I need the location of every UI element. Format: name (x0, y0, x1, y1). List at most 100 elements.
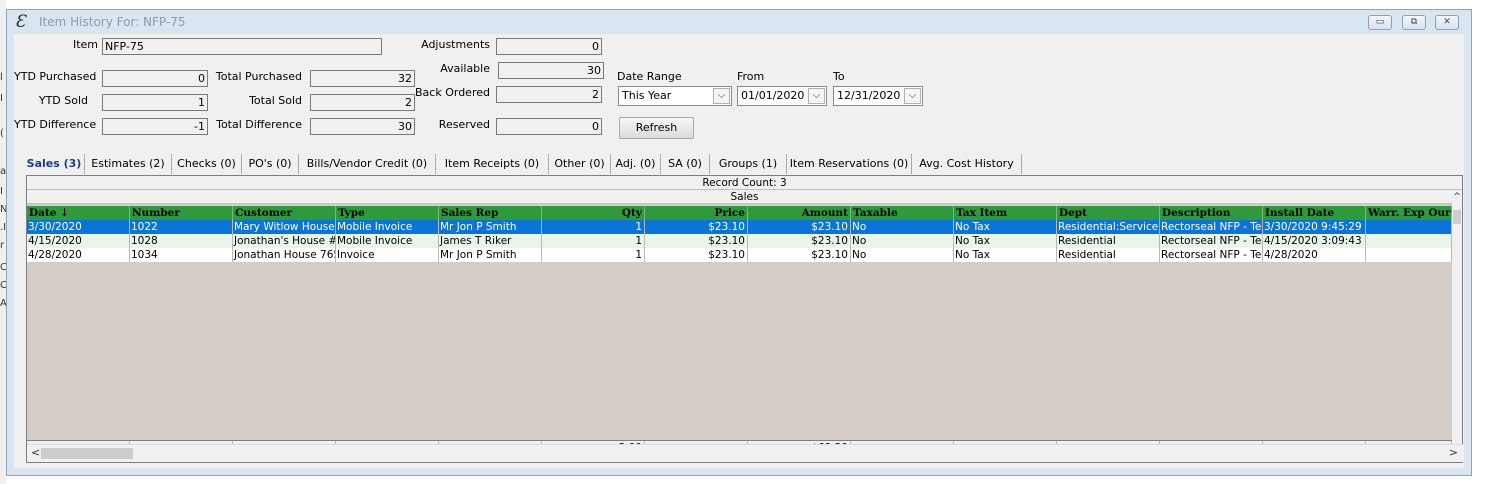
to-date-picker[interactable]: 12/31/2020 ⌵ (833, 86, 923, 106)
record-count: Record Count: 3 (27, 176, 1462, 190)
close-button[interactable]: ✕ (1435, 15, 1459, 30)
table-cell: Invoice (336, 248, 439, 262)
to-date-value: 12/31/2020 (837, 89, 901, 102)
table-cell: 3/30/2020 9:45:29 A (1264, 220, 1366, 234)
tab-item-receipts-0[interactable]: Item Receipts (0) (436, 154, 549, 174)
table-cell: 4/15/2020 (27, 234, 130, 248)
column-header[interactable]: Price (645, 206, 748, 220)
chevron-down-icon[interactable]: ⌵ (713, 88, 730, 104)
chevron-down-icon[interactable]: ⌵ (808, 88, 825, 104)
table-cell: Mr Jon P Smith (439, 248, 542, 262)
table-cell (1366, 234, 1452, 248)
table-cell: 1028 (130, 234, 233, 248)
total-sold-field[interactable]: 2 (310, 94, 415, 111)
tab-sales-3[interactable]: Sales (3) (24, 154, 85, 174)
horizontal-scrollbar[interactable]: < > (27, 444, 1464, 462)
background-glyph: l (0, 72, 3, 83)
from-date-picker[interactable]: 01/01/2020 ⌵ (737, 86, 827, 106)
date-range-label: Date Range (617, 70, 682, 83)
column-header[interactable]: Tax Item (954, 206, 1057, 220)
item-history-window: Ɛ Item History For: NFP-75 ▭ ⧉ ✕ Item NF… (6, 9, 1472, 476)
back-ordered-label: Back Ordered (415, 86, 490, 99)
date-range-value: This Year (622, 89, 672, 102)
chevron-down-icon[interactable]: ⌵ (904, 88, 921, 104)
tab-bills-vendor-credit-0[interactable]: Bills/Vendor Credit (0) (299, 154, 436, 174)
table-cell: No Tax (954, 248, 1057, 262)
ytd-sold-label: YTD Sold (38, 94, 88, 107)
column-header[interactable]: Warr. Exp Ours (1366, 206, 1452, 220)
tab-adj-0[interactable]: Adj. (0) (611, 154, 661, 174)
column-header[interactable]: Dept (1057, 206, 1160, 220)
back-ordered-field[interactable]: 2 (496, 86, 602, 103)
table-row[interactable]: 4/28/2020 1034 Jonathan House 765 Invoice Mr… (27, 248, 1453, 262)
ytd-difference-field[interactable]: -1 (102, 118, 208, 135)
table-cell: Residential:Service (1058, 220, 1160, 234)
column-header[interactable]: Sales Rep (439, 206, 542, 220)
table-cell: No (851, 234, 954, 248)
scroll-left-icon[interactable]: < (31, 446, 40, 459)
column-header[interactable]: Taxable (851, 206, 954, 220)
table-cell: 1 (542, 220, 645, 234)
minimize-button[interactable]: ▭ (1368, 15, 1392, 30)
item-label: Item (72, 38, 98, 51)
tab-avg-cost-history[interactable]: Avg. Cost History (912, 154, 1022, 174)
restore-button[interactable]: ⧉ (1402, 15, 1426, 30)
table-cell: Mary Witlow House (234, 220, 336, 234)
column-header[interactable]: Install Date (1263, 206, 1366, 220)
tab-po-s-0[interactable]: PO's (0) (242, 154, 299, 174)
table-cell: 1022 (130, 220, 233, 234)
reserved-label: Reserved (438, 118, 490, 131)
total-difference-field[interactable]: 30 (310, 118, 415, 135)
item-field[interactable]: NFP-75 (102, 38, 382, 55)
column-header[interactable]: Number (130, 206, 233, 220)
ytd-purchased-field[interactable]: 0 (102, 70, 208, 87)
table-cell: No (851, 248, 954, 262)
column-header[interactable]: Description (1160, 206, 1263, 220)
total-purchased-field[interactable]: 32 (310, 70, 415, 87)
tab-groups-1[interactable]: Groups (1) (710, 154, 787, 174)
vertical-scroll-thumb[interactable] (1453, 210, 1461, 224)
to-label: To (833, 70, 845, 83)
table-cell: $23.10 (645, 248, 748, 262)
table-cell: Mobile Invoice (336, 234, 439, 248)
scroll-up-icon[interactable]: ^ (1452, 192, 1462, 202)
tab-other-0[interactable]: Other (0) (549, 154, 611, 174)
history-tabs: Sales (3) Estimates (2) Checks (0) PO's (0)… (24, 154, 1064, 174)
total-sold-label: Total Sold (249, 94, 302, 107)
tab-estimates-2[interactable]: Estimates (2) (85, 154, 172, 174)
app-logo-icon: Ɛ (15, 12, 26, 32)
refresh-button[interactable]: Refresh (619, 117, 694, 139)
table-cell: $23.10 (645, 234, 748, 248)
table-cell: 1 (542, 234, 645, 248)
from-date-value: 01/01/2020 (741, 89, 805, 102)
column-header[interactable]: Customer (233, 206, 336, 220)
table-cell: 4/28/2020 (1263, 248, 1366, 262)
table-cell (1366, 220, 1452, 234)
table-cell: 4/28/2020 (27, 248, 130, 262)
table-cell: 1034 (130, 248, 233, 262)
table-cell: James T Riker (439, 234, 542, 248)
vertical-scrollbar[interactable]: ^ ⌄ (1452, 192, 1462, 454)
table-cell: Mobile Invoice (336, 220, 439, 234)
background-glyph: I (0, 93, 3, 104)
tab-sa-0[interactable]: SA (0) (661, 154, 710, 174)
tab-item-reservations-0[interactable]: Item Reservations (0) (787, 154, 912, 174)
adjustments-field[interactable]: 0 (496, 38, 602, 55)
table-row[interactable]: 3/30/2020 1022 Mary Witlow House Mobile Inv… (27, 220, 1453, 234)
horizontal-scroll-thumb[interactable] (41, 448, 133, 459)
column-header[interactable]: Amount (748, 206, 851, 220)
ytd-sold-field[interactable]: 1 (102, 94, 208, 111)
from-label: From (737, 70, 765, 83)
column-header[interactable]: Qty (542, 206, 645, 220)
date-range-select[interactable]: This Year ⌵ (618, 86, 732, 106)
scroll-right-icon[interactable]: > (1449, 446, 1458, 459)
form-body: Item NFP-75 YTD Purchased 0 YTD Sold 1 Y… (14, 34, 1464, 468)
available-field[interactable]: 30 (498, 62, 604, 79)
title-bar[interactable]: Ɛ Item History For: NFP-75 ▭ ⧉ ✕ (7, 10, 1471, 34)
tab-checks-0[interactable]: Checks (0) (172, 154, 242, 174)
column-header[interactable]: Type (336, 206, 439, 220)
reserved-field[interactable]: 0 (496, 118, 602, 135)
ytd-purchased-label: YTD Purchased (14, 70, 97, 83)
table-row[interactable]: 4/15/2020 1028 Jonathan's House #5 Mobile I… (27, 234, 1453, 248)
column-header[interactable]: Date ↓ (27, 206, 130, 220)
